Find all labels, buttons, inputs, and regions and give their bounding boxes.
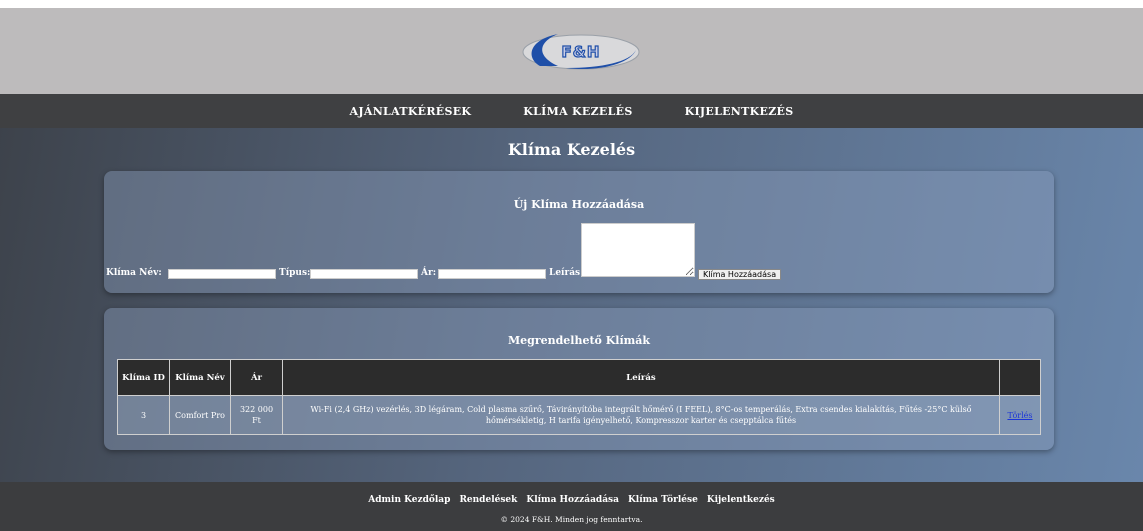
price-label: Ár: xyxy=(421,268,437,278)
brand-logo[interactable]: F&H xyxy=(518,28,644,76)
price-input[interactable] xyxy=(438,269,546,279)
add-klima-card: Új Klíma Hozzáadása Klíma Név: Típus: Ár… xyxy=(104,171,1054,293)
cell-price: 322 000 Ft xyxy=(230,395,283,435)
footer-link-add-klima[interactable]: Klíma Hozzáadása xyxy=(526,495,619,505)
description-textarea[interactable] xyxy=(581,223,695,277)
add-klima-title: Új Klíma Hozzáadása xyxy=(513,198,645,211)
cell-name: Comfort Pro xyxy=(169,395,231,435)
nav-offer-requests[interactable]: AJÁNLATKÉRÉSEK xyxy=(350,105,472,118)
cell-action: Törlés xyxy=(999,395,1041,435)
site-header: F&H xyxy=(0,8,1143,94)
name-label: Klíma Név: xyxy=(106,268,162,278)
available-klimas-card: Megrendelhető Klímák Klíma ID Klíma Név … xyxy=(104,308,1054,450)
column-header-name: Klíma Név xyxy=(169,359,231,396)
main-nav: AJÁNLATKÉRÉSEK KLÍMA KEZELÉS KIJELENTKEZ… xyxy=(0,94,1143,128)
brand-logo-text: F&H xyxy=(562,43,601,61)
name-input[interactable] xyxy=(168,269,276,279)
delete-link[interactable]: Törlés xyxy=(1007,411,1032,420)
available-klimas-title: Megrendelhető Klímák xyxy=(507,334,651,347)
page-title: Klíma Kezelés xyxy=(507,140,636,159)
footer-link-logout[interactable]: Kijelentkezés xyxy=(707,495,775,505)
type-label: Típus: xyxy=(279,268,311,278)
column-header-price: Ár xyxy=(230,359,283,396)
type-input[interactable] xyxy=(310,269,418,279)
footer-links: Admin Kezdőlap Rendelések Klíma Hozzáadá… xyxy=(0,495,1143,505)
column-header-action xyxy=(999,359,1041,396)
description-label: Leírás: xyxy=(549,268,584,278)
table-row: 3 Comfort Pro 322 000 Ft Wi-Fi (2,4 GHz)… xyxy=(117,395,1041,435)
klima-table: Klíma ID Klíma Név Ár Leírás 3 Comfort P… xyxy=(117,359,1041,435)
add-klima-form: Klíma Név: Típus: Ár: Leírás: Klíma Hozz… xyxy=(104,223,1054,280)
cell-id: 3 xyxy=(117,395,170,435)
site-footer: Admin Kezdőlap Rendelések Klíma Hozzáadá… xyxy=(0,482,1143,531)
window-top-border xyxy=(0,0,1143,8)
table-header-row: Klíma ID Klíma Név Ár Leírás xyxy=(117,359,1041,396)
footer-link-orders[interactable]: Rendelések xyxy=(459,495,517,505)
column-header-id: Klíma ID xyxy=(117,359,170,396)
add-klima-button[interactable]: Klíma Hozzáadása xyxy=(698,269,782,280)
footer-link-delete-klima[interactable]: Klíma Törlése xyxy=(628,495,698,505)
column-header-description: Leírás xyxy=(282,359,1000,396)
footer-link-admin-home[interactable]: Admin Kezdőlap xyxy=(368,495,450,505)
copyright: © 2024 F&H. Minden jog fenntartva. xyxy=(500,515,643,524)
nav-klima-management[interactable]: KLÍMA KEZELÉS xyxy=(523,105,632,118)
nav-logout[interactable]: KIJELENTKEZÉS xyxy=(685,105,794,118)
cell-description: Wi-Fi (2,4 GHz) vezérlés, 3D légáram, Co… xyxy=(282,395,1000,435)
